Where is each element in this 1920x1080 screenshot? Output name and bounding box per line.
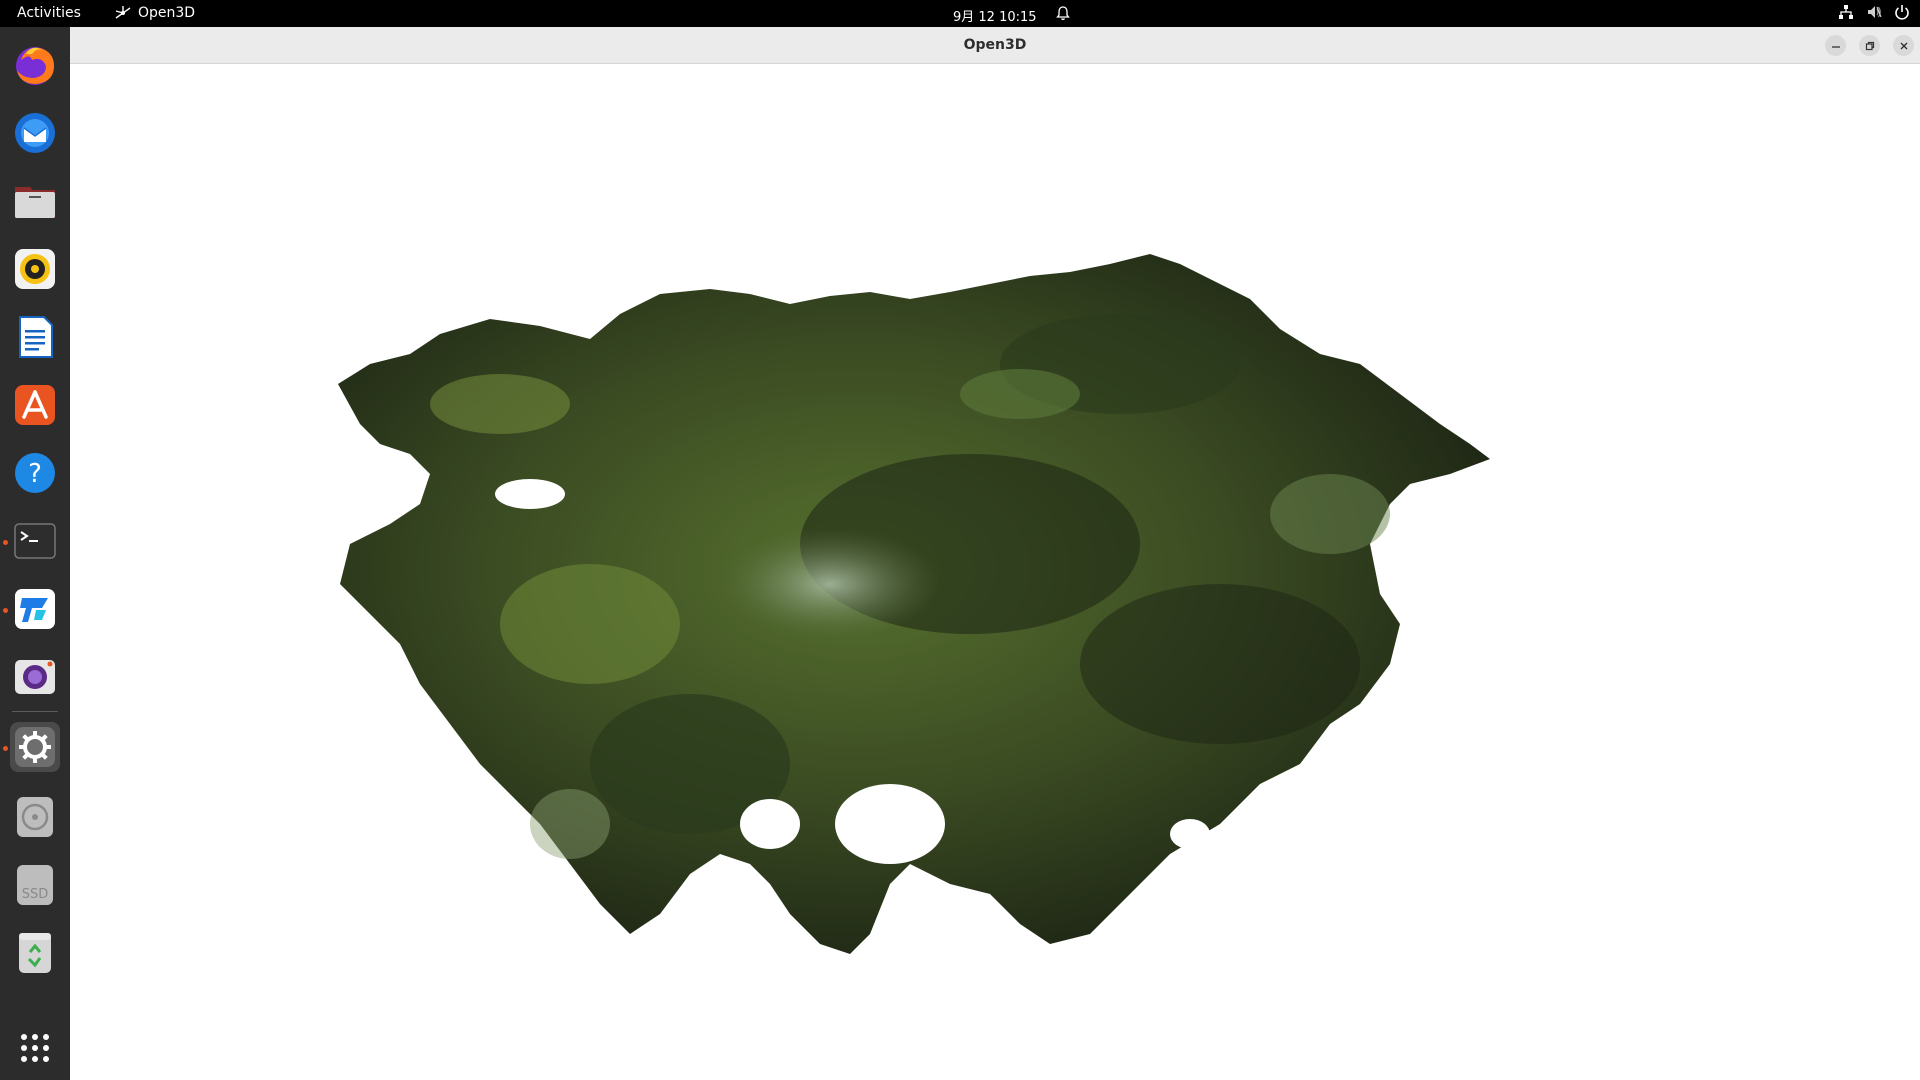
disc-icon — [17, 797, 53, 837]
grid-icon — [21, 1034, 49, 1062]
clock[interactable]: 9月 12 10:15 — [953, 6, 1037, 25]
running-indicator — [3, 540, 8, 545]
dock-item-firefox[interactable] — [10, 40, 60, 90]
dock-item-settings[interactable] — [10, 722, 60, 772]
running-indicator — [3, 608, 8, 613]
open3d-window: Open3D — [70, 27, 1920, 1080]
minimize-icon — [1831, 45, 1840, 48]
open3d-app-icon — [115, 6, 131, 19]
power-icon[interactable] — [1894, 4, 1910, 20]
dock-item-rhythmbox[interactable] — [10, 244, 60, 294]
ssd-drive-icon: SSD — [17, 865, 53, 905]
files-icon — [15, 187, 55, 218]
dock-item-thunderbird[interactable] — [10, 108, 60, 158]
screenshot-icon — [15, 660, 55, 694]
volume-icon[interactable] — [1866, 4, 1882, 20]
close-icon — [1900, 42, 1907, 49]
thunderbird-icon — [15, 113, 55, 153]
dock-item-trash[interactable] — [10, 928, 60, 978]
app-menu-label: Open3D — [138, 5, 196, 21]
libreoffice-writer-icon — [19, 316, 53, 358]
network-icon[interactable] — [1838, 4, 1854, 20]
svg-text:SSD: SSD — [22, 887, 49, 902]
terminal-icon — [14, 523, 56, 559]
toolbox-icon — [15, 589, 55, 629]
dock-item-ssd[interactable]: SSD — [10, 860, 60, 910]
dock-item-writer[interactable] — [10, 312, 60, 362]
maximize-icon — [1865, 41, 1874, 50]
window-titlebar[interactable]: Open3D — [70, 27, 1920, 64]
activities-button[interactable]: Activities — [17, 5, 81, 21]
dock-item-disc[interactable] — [10, 792, 60, 842]
dock-item-app-center[interactable] — [10, 380, 60, 430]
app-menu[interactable]: Open3D — [114, 5, 195, 21]
firefox-icon — [16, 47, 54, 85]
dock-separator — [12, 711, 58, 712]
mesh-render — [338, 254, 1490, 954]
3d-viewport[interactable] — [70, 64, 1920, 1080]
app-center-icon — [15, 385, 55, 425]
system-tray[interactable] — [1838, 4, 1910, 20]
dock-item-help[interactable]: ? — [10, 448, 60, 498]
running-indicator — [3, 746, 8, 751]
notification-bell-icon[interactable] — [1055, 5, 1071, 21]
dock-item-terminal[interactable] — [10, 516, 60, 566]
minimize-button[interactable] — [1825, 35, 1846, 56]
rhythmbox-icon — [15, 249, 55, 289]
trash-icon — [19, 933, 51, 973]
settings-icon — [15, 727, 55, 767]
dock-item-files[interactable] — [10, 176, 60, 226]
svg-text:?: ? — [28, 459, 42, 489]
show-apps-button[interactable] — [10, 1023, 60, 1073]
dock: ? SSD — [0, 27, 70, 1080]
dock-item-toolbox[interactable] — [10, 584, 60, 634]
dock-item-screenshot[interactable] — [10, 652, 60, 702]
close-button[interactable] — [1893, 35, 1914, 56]
window-title: Open3D — [963, 37, 1027, 53]
top-bar: Activities Open3D 9月 12 10:15 — [0, 0, 1920, 27]
help-icon: ? — [15, 453, 55, 493]
maximize-button[interactable] — [1859, 35, 1880, 56]
